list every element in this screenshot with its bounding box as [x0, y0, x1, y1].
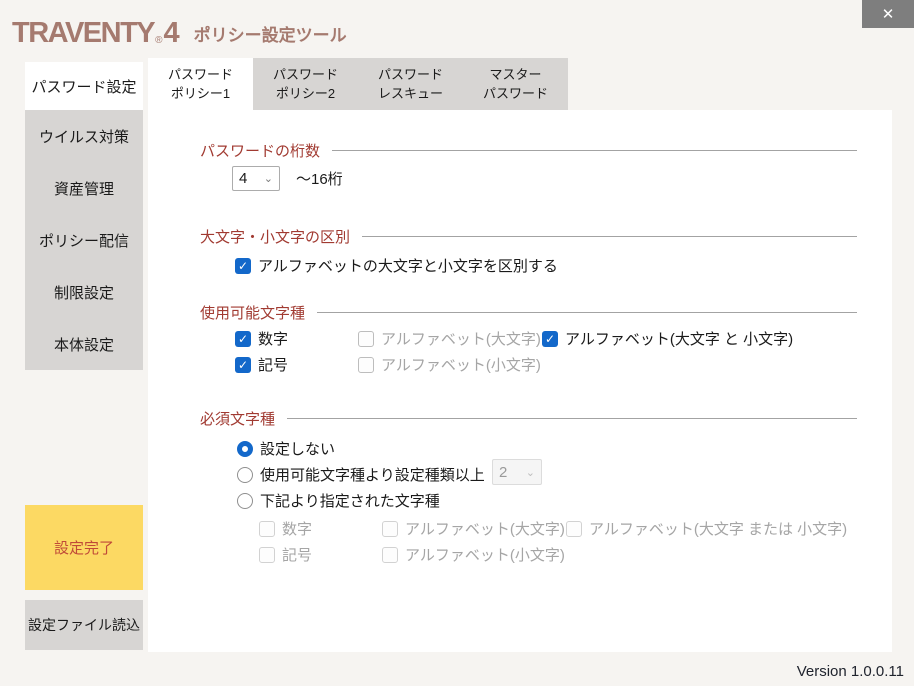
min-digits-value: 4 — [239, 170, 247, 187]
content-panel: パスワードの桁数 4 ⌄ ～16桁 大文字・小文字の区別 ✓ アルファベットの大… — [148, 110, 892, 652]
checkbox-checked-icon[interactable]: ✓ — [542, 331, 558, 347]
sidebar-item-device-settings[interactable]: 本体設定 — [25, 318, 143, 370]
section-password-digits: パスワードの桁数 — [200, 141, 857, 159]
sidebar: パスワード設定 ウイルス対策 資産管理 ポリシー配信 制限設定 本体設定 — [25, 62, 143, 370]
required-lowercase-option: アルファベット(小文字) — [382, 544, 566, 565]
case-sensitive-label: アルファベットの大文字と小文字を区別する — [258, 255, 558, 276]
required-either-case-option: アルファベット(大文字 または 小文字) — [566, 518, 847, 539]
version-label: Version 1.0.0.11 — [797, 663, 904, 680]
app-logo: TRAVENTY ® 4 ポリシー設定ツール — [12, 14, 347, 50]
section-usable-chars: 使用可能文字種 — [200, 303, 857, 321]
usable-lowercase-option: アルファベット(小文字) — [358, 354, 542, 375]
usable-uppercase-option: アルファベット(大文字) — [358, 328, 542, 349]
checkbox-unchecked-icon[interactable] — [358, 357, 374, 373]
section-case-distinction: 大文字・小文字の区別 — [200, 227, 857, 245]
sidebar-item-password-settings[interactable]: パスワード設定 — [25, 62, 143, 110]
radio-unselected-icon[interactable] — [237, 467, 253, 483]
chevron-down-icon: ⌄ — [526, 466, 535, 479]
checkbox-unchecked-icon[interactable] — [566, 521, 582, 537]
min-types-select[interactable]: 2 ⌄ — [492, 459, 542, 485]
checkbox-unchecked-icon[interactable] — [358, 331, 374, 347]
tab-label-line2: パスワード — [463, 84, 568, 103]
tab-label-line2: ポリシー1 — [148, 84, 253, 103]
close-button[interactable]: ✕ — [862, 0, 914, 28]
sidebar-item-policy-distribution[interactable]: ポリシー配信 — [25, 214, 143, 266]
tab-label-line1: パスワード — [253, 65, 358, 84]
case-sensitive-option: ✓ アルファベットの大文字と小文字を区別する — [235, 255, 558, 276]
checkbox-unchecked-icon[interactable] — [382, 547, 398, 563]
usable-chars-row-1: ✓ 数字 アルファベット(大文字) ✓ アルファベット(大文字 と 小文字) — [235, 328, 793, 349]
usable-digit-option: ✓ 数字 — [235, 328, 358, 349]
tab-password-rescue[interactable]: パスワード レスキュー — [358, 58, 463, 110]
required-none-label: 設定しない — [260, 438, 335, 459]
required-lowercase-label: アルファベット(小文字) — [405, 544, 565, 565]
usable-digit-label: 数字 — [258, 328, 288, 349]
required-specified-label: 下記より指定された文字種 — [260, 490, 440, 511]
sidebar-item-asset-management[interactable]: 資産管理 — [25, 162, 143, 214]
checkbox-unchecked-icon[interactable] — [382, 521, 398, 537]
checkbox-unchecked-icon[interactable] — [259, 521, 275, 537]
close-icon: ✕ — [882, 5, 895, 23]
required-chars-row-2: 記号 アルファベット(小文字) — [259, 544, 566, 565]
section-required-chars: 必須文字種 — [200, 409, 857, 427]
checkbox-checked-icon[interactable]: ✓ — [235, 331, 251, 347]
tab-label-line2: レスキュー — [358, 84, 463, 103]
chevron-down-icon: ⌄ — [264, 172, 273, 185]
section-divider — [317, 312, 857, 313]
usable-symbol-option: ✓ 記号 — [235, 354, 358, 375]
tab-password-policy-1[interactable]: パスワード ポリシー1 — [148, 58, 253, 110]
usable-lowercase-label: アルファベット(小文字) — [381, 354, 541, 375]
required-specified-option: 下記より指定された文字種 — [237, 490, 440, 511]
tab-master-password[interactable]: マスター パスワード — [463, 58, 568, 110]
required-min-types-option: 使用可能文字種より設定種類以上 — [237, 464, 485, 485]
tab-password-policy-2[interactable]: パスワード ポリシー2 — [253, 58, 358, 110]
required-symbol-label: 記号 — [282, 544, 312, 565]
section-divider — [332, 150, 857, 151]
settings-complete-button[interactable]: 設定完了 — [25, 505, 143, 590]
checkbox-checked-icon[interactable]: ✓ — [235, 357, 251, 373]
section-divider — [287, 418, 857, 419]
required-uppercase-label: アルファベット(大文字) — [405, 518, 565, 539]
radio-selected-icon[interactable] — [237, 441, 253, 457]
min-digits-select[interactable]: 4 ⌄ — [232, 166, 280, 191]
required-either-case-label: アルファベット(大文字 または 小文字) — [589, 518, 847, 539]
policy-settings-window: ✕ TRAVENTY ® 4 ポリシー設定ツール パスワード設定 ウイルス対策 … — [0, 0, 914, 686]
registered-mark-icon: ® — [155, 35, 162, 46]
tab-label-line1: マスター — [463, 65, 568, 84]
brand-version: 4 — [164, 16, 180, 50]
sidebar-item-restriction-settings[interactable]: 制限設定 — [25, 266, 143, 318]
sidebar-item-virus-protection[interactable]: ウイルス対策 — [25, 110, 143, 162]
section-title: 使用可能文字種 — [200, 302, 305, 323]
usable-uppercase-label: アルファベット(大文字) — [381, 328, 541, 349]
required-none-option: 設定しない — [237, 438, 335, 459]
brand-name: TRAVENTY — [12, 16, 154, 50]
required-min-types-label: 使用可能文字種より設定種類以上 — [260, 464, 485, 485]
usable-both-cases-label: アルファベット(大文字 と 小文字) — [565, 328, 793, 349]
required-digit-label: 数字 — [282, 518, 312, 539]
required-uppercase-option: アルファベット(大文字) — [382, 518, 566, 539]
digit-range-suffix: ～16桁 — [296, 168, 343, 189]
checkbox-checked-icon[interactable]: ✓ — [235, 258, 251, 274]
tab-label-line1: パスワード — [148, 65, 253, 84]
required-symbol-option: 記号 — [259, 544, 382, 565]
section-divider — [362, 236, 857, 237]
tab-label-line1: パスワード — [358, 65, 463, 84]
usable-both-cases-option: ✓ アルファベット(大文字 と 小文字) — [542, 328, 793, 349]
required-chars-row-1: 数字 アルファベット(大文字) アルファベット(大文字 または 小文字) — [259, 518, 847, 539]
tab-bar: パスワード ポリシー1 パスワード ポリシー2 パスワード レスキュー マスター… — [148, 58, 568, 110]
load-settings-file-button[interactable]: 設定ファイル読込 — [25, 600, 143, 650]
radio-unselected-icon[interactable] — [237, 493, 253, 509]
section-title: パスワードの桁数 — [200, 140, 320, 161]
min-types-value: 2 — [499, 464, 507, 481]
usable-symbol-label: 記号 — [258, 354, 288, 375]
tab-label-line2: ポリシー2 — [253, 84, 358, 103]
required-digit-option: 数字 — [259, 518, 382, 539]
checkbox-unchecked-icon[interactable] — [259, 547, 275, 563]
section-title: 必須文字種 — [200, 408, 275, 429]
section-title: 大文字・小文字の区別 — [200, 226, 350, 247]
usable-chars-row-2: ✓ 記号 アルファベット(小文字) — [235, 354, 542, 375]
digit-count-row: 4 ⌄ ～16桁 — [232, 165, 343, 191]
app-title: ポリシー設定ツール — [194, 21, 347, 46]
